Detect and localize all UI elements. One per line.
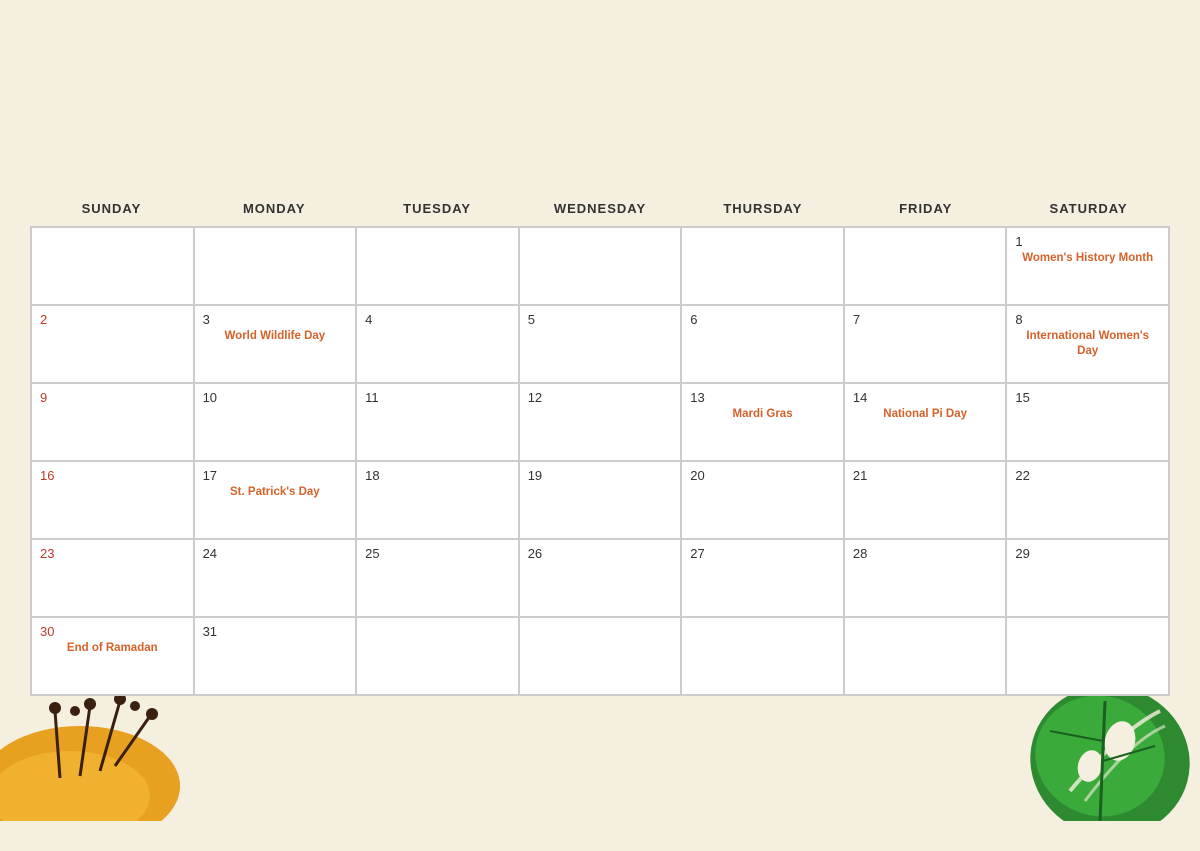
cell-date: 3 [203,312,348,327]
calendar-cell: 14 National Pi Day [844,383,1007,461]
calendar-cell: 27 [681,539,844,617]
day-header-saturday: SATURDAY [1007,195,1170,222]
calendar-cell: 9 [31,383,194,461]
day-header-monday: MONDAY [193,195,356,222]
cell-date: 20 [690,468,835,483]
calendar-cell [844,617,1007,695]
calendar-cell: 1 Women's History Month [1006,227,1169,305]
cell-date: 10 [203,390,348,405]
calendar-cell [31,227,194,305]
calendar-cell: 3 World Wildlife Day [194,305,357,383]
cell-date: 19 [528,468,673,483]
calendar-cell: 8 International Women's Day [1006,305,1169,383]
day-header-friday: FRIDAY [844,195,1007,222]
cell-date: 30 [40,624,185,639]
calendar-cell: 11 [356,383,519,461]
cell-date: 5 [528,312,673,327]
cell-date: 24 [203,546,348,561]
calendar-cell: 13 Mardi Gras [681,383,844,461]
cell-date: 16 [40,468,185,483]
cell-event: End of Ramadan [40,641,185,656]
calendar-grid: 1Women's History Month23World Wildlife D… [30,226,1170,696]
calendar-cell: 25 [356,539,519,617]
calendar-cell: 6 [681,305,844,383]
calendar-cell: 30 End of Ramadan [31,617,194,695]
cell-date: 11 [365,390,510,405]
calendar-cell [519,227,682,305]
calendar-cell: 31 [194,617,357,695]
cell-date: 29 [1015,546,1160,561]
calendar-cell: 20 [681,461,844,539]
cell-date: 18 [365,468,510,483]
calendar-cell: 18 [356,461,519,539]
cell-date: 22 [1015,468,1160,483]
calendar-section: SUNDAYMONDAYTUESDAYWEDNESDAYTHURSDAYFRID… [0,195,1200,696]
cell-date: 9 [40,390,185,405]
footer [0,696,1200,826]
cell-date: 25 [365,546,510,561]
calendar-cell: 21 [844,461,1007,539]
cell-event: Women's History Month [1015,251,1160,266]
calendar-cell: 10 [194,383,357,461]
calendar-cell [844,227,1007,305]
cell-date: 26 [528,546,673,561]
cell-event: St. Patrick's Day [203,485,348,500]
cell-event: Mardi Gras [690,407,835,422]
cell-date: 7 [853,312,998,327]
calendar-cell [681,227,844,305]
cell-date: 4 [365,312,510,327]
cell-date: 8 [1015,312,1160,327]
cell-date: 1 [1015,234,1160,249]
cell-date: 14 [853,390,998,405]
cell-date: 21 [853,468,998,483]
calendar-cell: 15 [1006,383,1169,461]
calendar-cell: 26 [519,539,682,617]
calendar-cell [356,227,519,305]
cell-date: 15 [1015,390,1160,405]
calendar-cell: 17 St. Patrick's Day [194,461,357,539]
cell-date: 31 [203,624,348,639]
calendar-cell: 19 [519,461,682,539]
calendar-cell [519,617,682,695]
day-header-tuesday: TUESDAY [356,195,519,222]
header [0,0,1200,195]
cell-event: National Pi Day [853,407,998,422]
cell-date: 12 [528,390,673,405]
cell-date: 27 [690,546,835,561]
calendar-cell: 24 [194,539,357,617]
cell-event: International Women's Day [1015,329,1160,359]
calendar-cell: 22 [1006,461,1169,539]
calendar-cell [681,617,844,695]
calendar-cell: 16 [31,461,194,539]
calendar-cell: 12 [519,383,682,461]
day-header-thursday: THURSDAY [681,195,844,222]
cell-event: World Wildlife Day [203,329,348,344]
calendar-cell: 4 [356,305,519,383]
calendar-cell [356,617,519,695]
calendar-cell [194,227,357,305]
calendar-cell: 2 [31,305,194,383]
cell-date: 23 [40,546,185,561]
calendar-cell: 23 [31,539,194,617]
cell-date: 2 [40,312,185,327]
cell-date: 17 [203,468,348,483]
calendar-cell: 28 [844,539,1007,617]
calendar-cell: 5 [519,305,682,383]
deco-bottom-right [990,681,1190,826]
day-header-wednesday: WEDNESDAY [519,195,682,222]
day-header-sunday: SUNDAY [30,195,193,222]
cell-date: 6 [690,312,835,327]
calendar-cell: 7 [844,305,1007,383]
calendar-cell: 29 [1006,539,1169,617]
cell-date: 13 [690,390,835,405]
calendar-cell [1006,617,1169,695]
day-headers: SUNDAYMONDAYTUESDAYWEDNESDAYTHURSDAYFRID… [30,195,1170,222]
cell-date: 28 [853,546,998,561]
deco-bottom-left [0,686,220,826]
